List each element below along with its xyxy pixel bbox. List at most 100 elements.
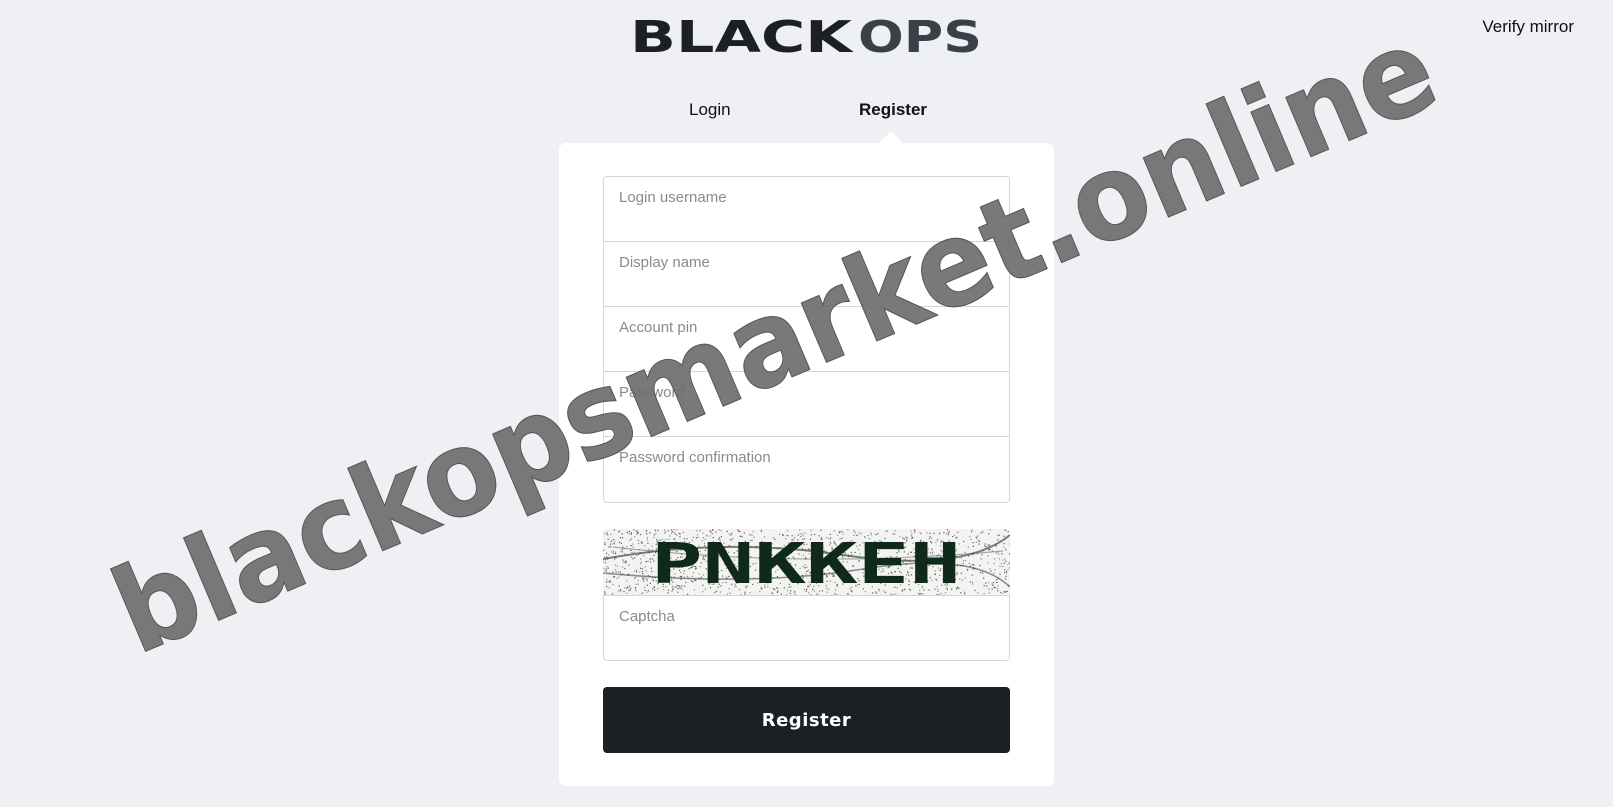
captcha-noise-dot [673, 529, 675, 531]
login-username-input[interactable] [604, 177, 1009, 241]
captcha-noise-dot [983, 577, 985, 579]
captcha-noise-dot [603, 549, 605, 551]
captcha-noise-dot [1009, 553, 1010, 555]
captcha-noise-dot [986, 585, 988, 587]
captcha-noise-dot [631, 551, 633, 554]
captcha-noise-dot [1002, 565, 1004, 567]
captcha-noise-dot [996, 578, 998, 581]
captcha-noise-dot [632, 558, 634, 560]
captcha-noise-dot [612, 552, 615, 554]
captcha-noise-dot [623, 591, 625, 593]
captcha-noise-dot [615, 571, 617, 573]
captcha-noise-dot [622, 537, 624, 539]
captcha-noise-dot [634, 536, 636, 538]
captcha-noise-dot [977, 535, 979, 537]
captcha-noise-dot [980, 532, 982, 534]
captcha-noise-dot [642, 578, 644, 580]
captcha-noise-dot [990, 570, 992, 572]
captcha-noise-dot [984, 545, 986, 547]
captcha-noise-dot [619, 537, 621, 539]
captcha-noise-dot [979, 572, 981, 574]
captcha-noise-dot [612, 550, 614, 552]
captcha-noise-dot [997, 590, 999, 592]
captcha-noise-dot [961, 579, 963, 581]
captcha-noise-dot [635, 590, 637, 592]
captcha-noise-dot [610, 533, 612, 535]
captcha-noise-dot [634, 570, 636, 572]
captcha-noise-dot [999, 573, 1001, 575]
captcha-noise-dot [1002, 559, 1004, 561]
password-confirmation-field: Password confirmation [604, 437, 1009, 502]
captcha-block: PNKKEH Captcha [603, 529, 1010, 661]
register-submit-button[interactable]: Register [603, 687, 1010, 753]
captcha-noise-dot [630, 587, 632, 589]
captcha-noise-dot [647, 542, 649, 544]
site-logo[interactable]: BLACK OPS [630, 16, 982, 56]
captcha-noise-dot [988, 592, 990, 594]
captcha-noise-dot [1007, 531, 1009, 533]
captcha-noise-dot [628, 589, 630, 591]
password-input[interactable] [604, 372, 1009, 436]
captcha-noise-dot [626, 532, 628, 534]
captcha-noise-dot [1004, 572, 1006, 574]
captcha-noise-dot [978, 543, 980, 545]
captcha-noise-dot [1003, 562, 1005, 564]
captcha-noise-dot [642, 568, 644, 570]
captcha-noise-dot [637, 583, 639, 585]
captcha-noise-dot [1006, 590, 1008, 592]
captcha-noise-dot [993, 572, 995, 574]
captcha-noise-dot [998, 558, 1000, 560]
captcha-noise-dot [1001, 563, 1003, 565]
captcha-noise-dot [1007, 563, 1009, 566]
captcha-noise-dot [647, 590, 649, 592]
captcha-input[interactable] [604, 596, 1009, 660]
captcha-noise-dot [962, 560, 964, 562]
captcha-noise-dot [634, 576, 637, 579]
captcha-noise-dot [657, 529, 659, 531]
captcha-noise-dot [621, 566, 624, 568]
captcha-noise-dot [1008, 562, 1010, 564]
account-pin-field: Account pin [604, 307, 1009, 372]
captcha-noise-dot [642, 573, 644, 575]
captcha-noise-dot [609, 580, 611, 582]
captcha-noise-dot [635, 583, 637, 585]
account-pin-input[interactable] [604, 307, 1009, 371]
captcha-noise-dot [604, 533, 606, 535]
captcha-noise-dot [664, 529, 666, 531]
captcha-noise-dot [639, 571, 641, 573]
captcha-noise-dot [989, 568, 991, 570]
captcha-noise-dot [963, 540, 965, 542]
captcha-noise-dot [962, 562, 964, 565]
tab-login[interactable]: Login [689, 100, 731, 120]
captcha-noise-dot [626, 592, 628, 594]
captcha-noise-dot [1005, 529, 1007, 531]
svg-text:BLACK: BLACK [630, 16, 855, 56]
captcha-noise-dot [605, 568, 608, 570]
captcha-noise-dot [643, 555, 645, 557]
captcha-noise-dot [1004, 529, 1006, 531]
captcha-noise-dot [975, 536, 977, 538]
svg-text:OPS: OPS [858, 16, 982, 56]
tab-register[interactable]: Register [859, 100, 927, 120]
captcha-noise-dot [606, 578, 608, 581]
password-confirmation-input[interactable] [604, 437, 1009, 502]
captcha-noise-dot [985, 582, 987, 584]
captcha-noise-dot [972, 542, 974, 544]
captcha-noise-dot [985, 546, 987, 548]
captcha-noise-dot [988, 545, 990, 547]
captcha-noise-dot [637, 531, 639, 534]
verify-mirror-link[interactable]: Verify mirror [1482, 17, 1574, 37]
captcha-noise-dot [999, 565, 1001, 567]
display-name-input[interactable] [604, 242, 1009, 306]
captcha-noise-dot [635, 587, 637, 589]
captcha-noise-dot [620, 589, 622, 591]
captcha-noise-dot [820, 529, 822, 531]
captcha-noise-dot [647, 560, 649, 562]
captcha-noise-dot [964, 591, 966, 593]
captcha-noise-dot [1004, 558, 1006, 560]
captcha-noise-dot [609, 543, 612, 545]
captcha-noise-dot [968, 562, 970, 564]
captcha-noise-dot [618, 576, 620, 578]
captcha-noise-dot [605, 581, 608, 583]
captcha-noise-dot [630, 532, 632, 534]
